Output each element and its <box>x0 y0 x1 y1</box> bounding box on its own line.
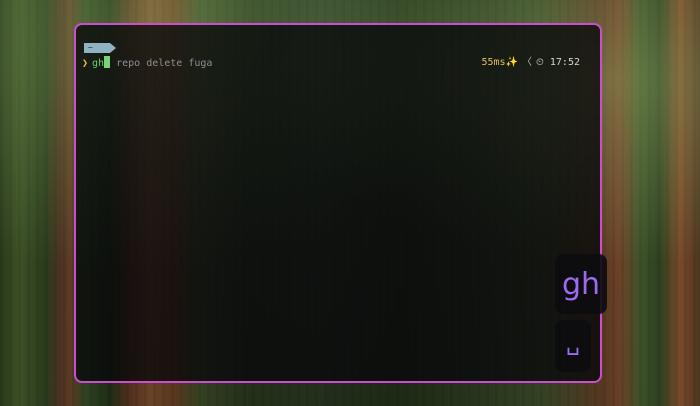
clock-icon: ⏲ <box>536 57 544 68</box>
prompt-separator: 〈 <box>522 57 533 68</box>
execution-duration: 55ms✨ <box>481 57 519 68</box>
directory-badge: ~ <box>84 43 116 53</box>
command-arguments: repo delete fuga <box>110 58 213 69</box>
prompt-chevron-icon: ❯ <box>82 58 89 69</box>
terminal-window[interactable]: ~ ❯ gh repo delete fuga 55ms✨ 〈 ⏲ 17:52 <box>74 23 602 383</box>
right-prompt: 55ms✨ 〈 ⏲ 17:52 <box>482 56 581 69</box>
command-line[interactable]: ❯ gh repo delete fuga <box>82 56 212 70</box>
keystroke-gh: gh <box>555 254 607 314</box>
command-name: gh <box>92 58 105 69</box>
keystroke-space: ␣ <box>555 320 591 372</box>
clock-time: 17:52 <box>549 57 580 68</box>
